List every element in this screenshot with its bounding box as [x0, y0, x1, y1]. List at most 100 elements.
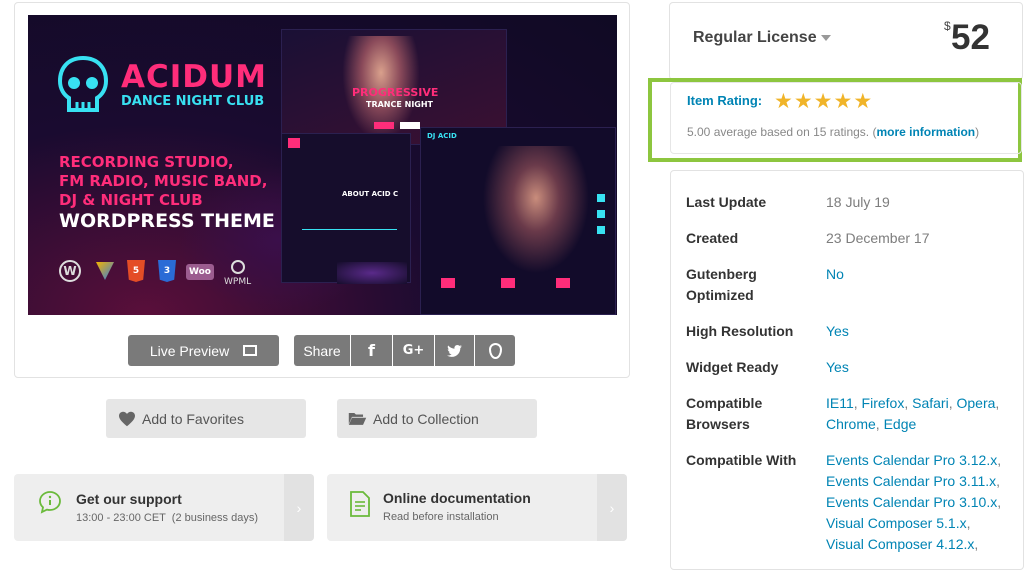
chevron-right-icon: › [597, 474, 627, 541]
chat-info-icon [39, 491, 61, 514]
mockup-about: ABOUT ACID C [281, 133, 411, 284]
feature-line: RECORDING STUDIO, [59, 153, 234, 171]
twitter-icon [447, 344, 462, 357]
wordpress-icon: W [59, 260, 81, 282]
html5-icon: 5 [127, 260, 145, 282]
facebook-share-button[interactable]: f [351, 335, 392, 366]
mockup-crowd-image [337, 262, 407, 284]
compat-link[interactable]: Events Calendar Pro 3.11.x [826, 473, 996, 489]
mockup-dot [597, 226, 605, 234]
mockup-icon-row [302, 229, 397, 241]
skull-logo-icon [57, 55, 109, 112]
rating-summary-end: ) [975, 125, 980, 139]
created-label: Created [686, 230, 739, 246]
mockup-headline: PROGRESSIVE [352, 86, 439, 99]
mockup-subhead: TRANCE NIGHT [366, 100, 434, 109]
mockup-dj-title: DJ ACID [427, 132, 457, 140]
heart-icon [119, 411, 135, 426]
gutenberg-label-line: Gutenberg [686, 266, 757, 282]
support-panel[interactable]: Get our support 13:00 - 23:00 CET (2 bus… [14, 474, 314, 541]
favorites-label: Add to Favorites [142, 410, 244, 427]
folder-open-icon [348, 412, 367, 425]
compat-link[interactable]: Visual Composer 5.1.x [826, 515, 967, 531]
document-icon [350, 491, 370, 517]
rating-summary-text: 5.00 average based on 15 ratings. ( [687, 125, 877, 139]
window-icon [243, 345, 258, 356]
facebook-icon: f [368, 341, 375, 360]
browser-link[interactable]: Firefox [862, 395, 905, 411]
compatible-browsers-list: IE11, Firefox, Safari, Opera, Chrome, Ed… [826, 395, 1000, 432]
woocommerce-icon: Woo [186, 264, 214, 280]
feature-line: DJ & NIGHT CLUB [59, 191, 203, 209]
feature-line: FM RADIO, MUSIC BAND, [59, 172, 268, 190]
google-plus-icon: G+ [402, 343, 425, 358]
add-to-favorites-button[interactable]: Add to Favorites [106, 399, 306, 438]
compat-link[interactable]: Visual Composer 4.12.x [826, 536, 974, 552]
star-icon: ★ [793, 90, 813, 113]
live-preview-button[interactable]: Live Preview [128, 335, 279, 366]
share-label-button: Share [294, 335, 350, 366]
pinterest-icon [488, 342, 502, 359]
gutenberg-value[interactable]: No [826, 264, 844, 285]
banner-features: RECORDING STUDIO, FM RADIO, MUSIC BAND, … [59, 153, 267, 210]
mockup-dj: DJ ACID [420, 127, 616, 315]
star-icon: ★ [774, 90, 793, 113]
widget-ready-label: Widget Ready [686, 359, 779, 375]
support-subtitle: 13:00 - 23:00 CET (2 business days) [76, 512, 259, 524]
last-update-value: 18 July 19 [826, 194, 890, 210]
compatible-with-list: Events Calendar Pro 3.12.x, Events Calen… [826, 452, 1002, 552]
live-preview-label: Live Preview [149, 342, 230, 359]
more-information-link[interactable]: more information [876, 125, 975, 139]
banner-brand: ACIDUM [121, 59, 268, 95]
support-title: Get our support [76, 491, 182, 507]
item-preview-banner[interactable]: ACIDUM DANCE NIGHT CLUB RECORDING STUDIO… [28, 15, 617, 315]
gutenberg-label: Gutenberg Optimized [686, 264, 757, 306]
gutenberg-label-line: Optimized [686, 287, 754, 303]
compat-link[interactable]: Events Calendar Pro 3.12.x [826, 452, 997, 468]
mockup-dot [597, 194, 605, 202]
documentation-panel[interactable]: Online documentation Read before install… [327, 474, 627, 541]
documentation-title: Online documentation [383, 490, 531, 506]
chevron-right-icon: › [284, 474, 314, 541]
mockup-thumb [556, 278, 570, 288]
add-to-collection-button[interactable]: Add to Collection [337, 399, 537, 438]
collection-label: Add to Collection [373, 410, 479, 427]
pinterest-share-button[interactable] [475, 335, 515, 366]
wpml-icon [231, 260, 245, 274]
rating-stars: ★ ★ ★ ★ ★ [774, 89, 872, 114]
created-value: 23 December 17 [826, 230, 930, 246]
star-icon: ★ [813, 90, 833, 113]
browser-link[interactable]: Safari [912, 395, 949, 411]
last-update-label: Last Update [686, 194, 767, 210]
mockup-button [374, 122, 394, 129]
rating-label: Item Rating: [687, 93, 763, 108]
price-value: 52 [951, 18, 990, 57]
license-name: Regular License [693, 29, 817, 46]
rating-summary: 5.00 average based on 15 ratings. (more … [687, 125, 979, 139]
css3-icon: 3 [158, 260, 176, 282]
banner-theme-label: WORDPRESS THEME [59, 210, 275, 232]
license-selector[interactable]: Regular License [693, 29, 831, 47]
banner-brand-sub: DANCE NIGHT CLUB [121, 94, 265, 109]
wpml-label: WPML [224, 277, 252, 287]
compat-link[interactable]: Events Calendar Pro 3.10.x [826, 494, 997, 510]
share-label: Share [303, 342, 341, 359]
mockup-button [400, 122, 420, 129]
mockup-dot [597, 210, 605, 218]
mockup-thumb [441, 278, 455, 288]
high-resolution-value[interactable]: Yes [826, 321, 849, 342]
mockup-dj-image [481, 146, 591, 276]
compatible-with-label: Compatible With [686, 452, 797, 468]
star-icon: ★ [833, 90, 853, 113]
browser-link[interactable]: Chrome [826, 416, 876, 432]
browsers-label-line: Compatible [686, 395, 763, 411]
google-plus-share-button[interactable]: G+ [393, 335, 434, 366]
high-resolution-label: High Resolution [686, 323, 794, 339]
widget-ready-value[interactable]: Yes [826, 357, 849, 378]
browser-link[interactable]: Opera [956, 395, 995, 411]
browser-link[interactable]: IE11 [826, 395, 854, 411]
browser-link[interactable]: Edge [884, 416, 917, 432]
twitter-share-button[interactable] [435, 335, 474, 366]
mockup-thumb [501, 278, 515, 288]
mockup-thumb [288, 138, 300, 148]
